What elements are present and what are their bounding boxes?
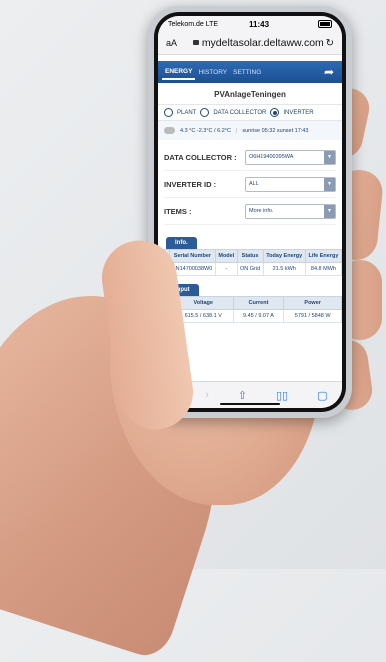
col-model: Model	[215, 249, 238, 263]
app-nav: ENERGY HISTORY SETTING ➦	[158, 61, 342, 83]
info-table: ID Serial Number Model Status Today Ener…	[158, 249, 342, 276]
tab-energy[interactable]: ENERGY	[162, 65, 196, 80]
chevron-down-icon: ▼	[324, 150, 335, 164]
text-size-button[interactable]: aA	[166, 38, 177, 48]
col-current: Current	[232, 296, 285, 310]
url-field[interactable]: mydeltasolar.deltaww.com	[191, 37, 326, 49]
data-collector-select[interactable]: O6H19400395WA ▼	[245, 149, 336, 165]
reload-icon[interactable]: ↻	[326, 38, 334, 49]
table-row: 1 1N14700038W0 - ON Grid 21.5 kWh 84.8 M…	[158, 262, 342, 276]
row-inverter-id: INVERTER ID : ALL ▼	[164, 171, 336, 198]
lock-icon	[192, 40, 199, 45]
col-status: Status	[236, 249, 264, 263]
mode-selector: PLANT DATA COLLECTOR INVERTER	[158, 104, 342, 121]
cloud-icon	[164, 127, 175, 134]
back-arrow-icon[interactable]: ➦	[324, 65, 338, 79]
info-tab[interactable]: Info.	[166, 237, 197, 249]
col-voltage: Voltage	[172, 296, 234, 310]
radio-plant[interactable]	[164, 108, 173, 117]
table-row: 1 615.5 / 638.1 V 9.45 / 9.07 A 5791 / 5…	[158, 309, 342, 323]
share-icon[interactable]: ⇧	[238, 389, 247, 402]
forward-icon[interactable]: ›	[205, 389, 209, 401]
tabs-icon[interactable]: ▢	[317, 389, 327, 402]
home-indicator	[220, 403, 280, 405]
status-bar: Telekom.de LTE 11:43	[158, 16, 342, 32]
weather-strip: 4.3 °C -2.3°C / 6.2°C | sunrise 05:32 su…	[158, 121, 342, 140]
col-life: Life Energy	[304, 249, 342, 263]
items-select[interactable]: More info. ▼	[245, 203, 336, 219]
bookmarks-icon[interactable]: ▯▯	[276, 389, 288, 402]
plant-title: PVAnlageTeningen	[214, 90, 286, 99]
battery-icon	[317, 20, 332, 28]
clock: 11:43	[249, 19, 270, 29]
row-items: ITEMS : More info. ▼	[164, 198, 336, 225]
input-table: ID Voltage Current Power 1 615.5 / 638.1…	[158, 296, 342, 323]
col-power: Power	[283, 296, 342, 310]
radio-data-collector[interactable]	[200, 108, 210, 117]
tab-history[interactable]: HISTORY	[195, 66, 230, 79]
row-data-collector: DATA COLLECTOR : O6H19400395WA ▼	[164, 144, 336, 171]
browser-url-bar[interactable]: aA mydeltasolar.deltaww.com ↻	[158, 32, 342, 55]
inverter-select[interactable]: ALL ▼	[245, 176, 336, 192]
tab-setting[interactable]: SETTING	[230, 66, 264, 79]
col-today: Today Energy	[262, 249, 306, 263]
filter-form: DATA COLLECTOR : O6H19400395WA ▼ INVERTER…	[158, 140, 342, 229]
radio-inverter[interactable]	[270, 108, 280, 117]
carrier-label: Telekom.de LTE	[168, 20, 219, 28]
chevron-down-icon: ▼	[324, 177, 335, 191]
col-serial: Serial Number	[168, 249, 217, 263]
chevron-down-icon: ▼	[324, 204, 335, 218]
sun-times: sunrise 05:32 sunset 17:43	[242, 127, 309, 134]
temperature: 4.3 °C -2.3°C / 6.2°C	[180, 127, 231, 134]
